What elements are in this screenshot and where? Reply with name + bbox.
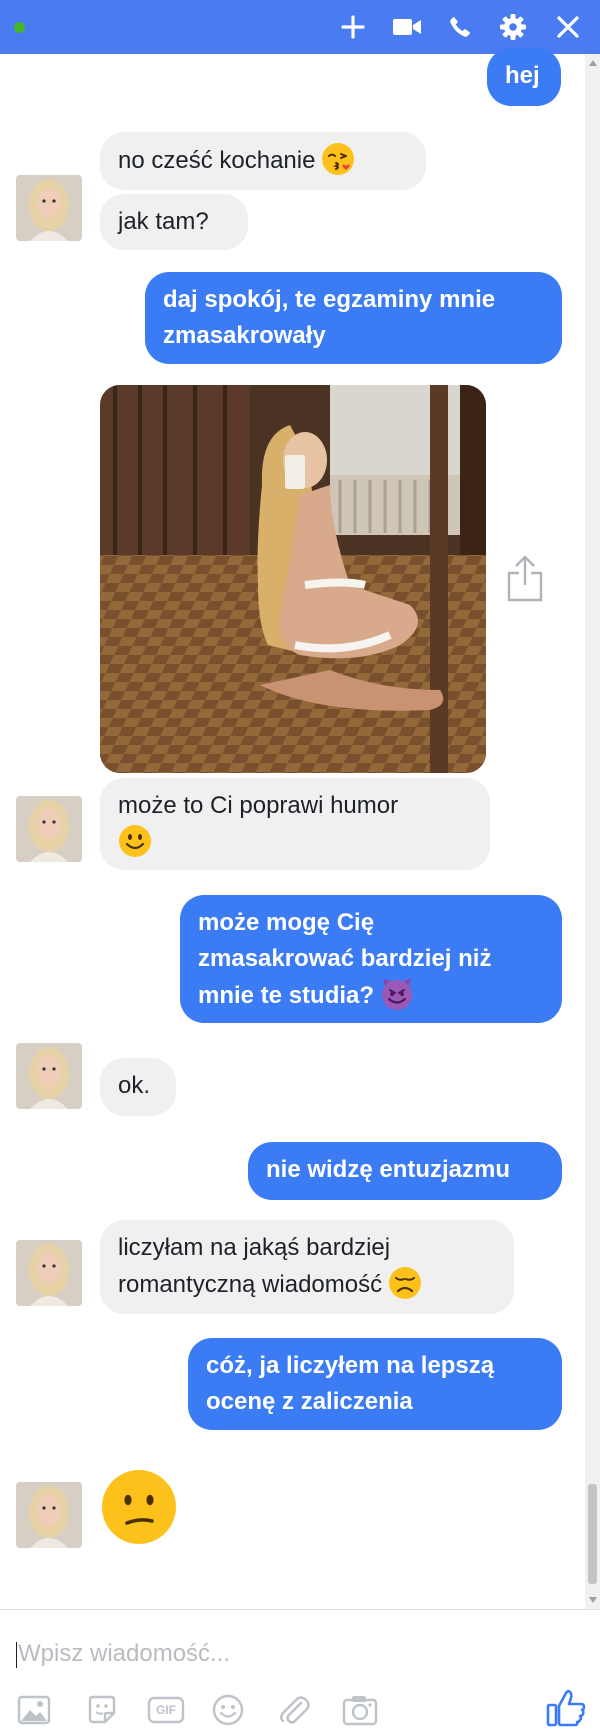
message-bubble-outgoing[interactable]: daj spokój, te egzaminy mnie zmasakrował… bbox=[145, 272, 562, 364]
disappointed-face-icon bbox=[389, 1267, 422, 1299]
gif-icon[interactable]: GIF bbox=[146, 1690, 186, 1730]
message-bubble-incoming[interactable]: no cześć kochanie bbox=[100, 132, 426, 190]
avatar[interactable] bbox=[16, 1482, 82, 1548]
gif-label: GIF bbox=[156, 1703, 176, 1717]
message-input[interactable] bbox=[18, 1636, 558, 1672]
avatar[interactable] bbox=[16, 175, 82, 241]
avatar[interactable] bbox=[16, 1043, 82, 1109]
message-bubble-incoming[interactable]: ok. bbox=[100, 1058, 176, 1116]
emoji-icon[interactable] bbox=[208, 1690, 248, 1730]
message-text: jak tam? bbox=[118, 208, 209, 235]
message-text: ok. bbox=[118, 1072, 151, 1099]
message-bubble-outgoing[interactable]: hej bbox=[487, 48, 561, 106]
slightly-smiling-face-icon bbox=[119, 825, 151, 857]
confused-face-icon[interactable] bbox=[100, 1468, 178, 1546]
avatar[interactable] bbox=[16, 796, 82, 862]
avatar[interactable] bbox=[16, 1240, 82, 1306]
smiling-devil-face-icon bbox=[382, 978, 413, 1010]
like-icon[interactable] bbox=[544, 1686, 588, 1730]
scrollbar[interactable] bbox=[585, 54, 600, 1609]
message-text: cóż, ja liczyłem na lepszą ocenę z zalic… bbox=[206, 1352, 495, 1415]
kissing-face-icon bbox=[322, 143, 355, 175]
message-composer: GIF bbox=[0, 1609, 600, 1734]
message-text: daj spokój, te egzaminy mnie zmasakrował… bbox=[163, 286, 496, 349]
message-text: może to Ci poprawi humor bbox=[118, 792, 399, 819]
message-bubble-incoming[interactable]: może to Ci poprawi humor bbox=[100, 778, 490, 870]
message-bubble-outgoing[interactable]: może mogę Cię zmasakrować bardziej niż m… bbox=[180, 895, 562, 1023]
add-icon[interactable] bbox=[333, 0, 373, 54]
gear-icon[interactable] bbox=[493, 0, 533, 54]
attachment-icon[interactable] bbox=[274, 1690, 314, 1730]
camera-icon[interactable] bbox=[340, 1690, 380, 1730]
message-bubble-outgoing[interactable]: cóż, ja liczyłem na lepszą ocenę z zalic… bbox=[188, 1338, 562, 1430]
video-call-icon[interactable] bbox=[387, 0, 427, 54]
chat-header-bar bbox=[0, 0, 600, 54]
message-text: może mogę Cię zmasakrować bardziej niż m… bbox=[198, 909, 492, 1009]
message-bubble-incoming[interactable]: jak tam? bbox=[100, 194, 248, 250]
message-text: hej bbox=[505, 62, 540, 89]
message-bubble-outgoing[interactable]: nie widzę entuzjazmu bbox=[248, 1142, 562, 1200]
phone-icon[interactable] bbox=[440, 0, 480, 54]
sticker-icon[interactable] bbox=[82, 1690, 122, 1730]
share-icon[interactable] bbox=[505, 555, 545, 603]
mirror-selfie-photo[interactable] bbox=[100, 385, 486, 773]
message-bubble-incoming[interactable]: liczyłam na jakąś bardziej romantyczną w… bbox=[100, 1220, 514, 1314]
message-text: no cześć kochanie bbox=[118, 147, 316, 174]
online-status-dot bbox=[14, 22, 25, 33]
scroll-down-arrow[interactable] bbox=[589, 1597, 597, 1603]
message-text: nie widzę entuzjazmu bbox=[266, 1156, 511, 1183]
photo-icon[interactable] bbox=[14, 1690, 54, 1730]
scroll-thumb[interactable] bbox=[588, 1484, 597, 1584]
contact-name[interactable] bbox=[36, 16, 186, 38]
message-text: liczyłam na jakąś bardziej romantyczną w… bbox=[118, 1234, 391, 1298]
scroll-up-arrow[interactable] bbox=[589, 60, 597, 66]
text-caret bbox=[16, 1642, 17, 1668]
close-icon[interactable] bbox=[548, 0, 588, 54]
